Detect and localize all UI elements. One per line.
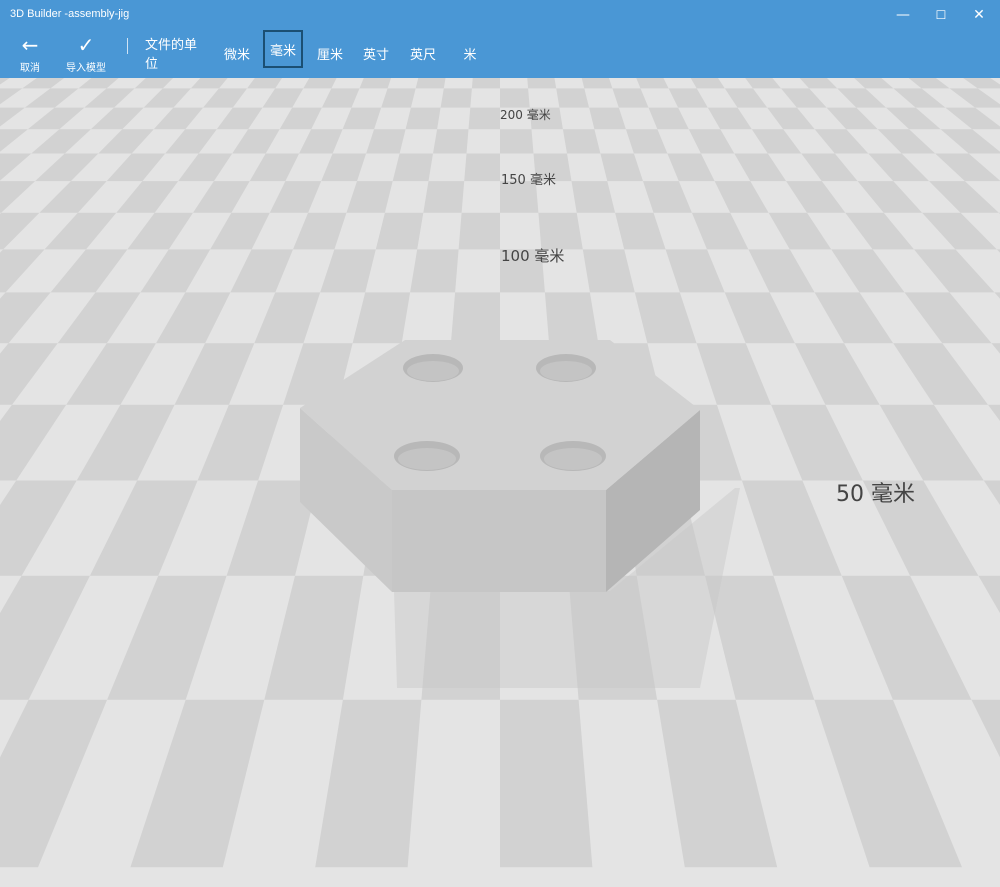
unit-centimeter[interactable]: 厘米 (313, 40, 347, 66)
import-model-button[interactable]: ✓ 导入模型 (60, 30, 112, 78)
unit-foot[interactable]: 英尺 (406, 40, 440, 66)
close-icon: ✕ (973, 7, 985, 23)
cancel-label: 取消 (20, 62, 40, 74)
unit-inch[interactable]: 英寸 (359, 40, 393, 66)
unit-micrometer[interactable]: 微米 (220, 40, 254, 66)
unit-meter[interactable]: 米 (455, 40, 485, 66)
3d-viewport[interactable]: 200 毫米 150 毫米 100 毫米 50 毫米 (0, 78, 1000, 887)
cancel-button[interactable]: ← 取消 (10, 30, 50, 78)
arrow-left-icon: ← (21, 32, 39, 57)
import-model-label: 导入模型 (66, 62, 106, 74)
hole (394, 441, 460, 471)
maximize-icon: ☐ (935, 8, 947, 22)
unit-millimeter[interactable]: 毫米 (263, 30, 303, 68)
hole (536, 354, 596, 382)
minimize-button[interactable]: — (886, 0, 920, 30)
window-title: 3D Builder -assembly-jig (10, 8, 130, 20)
hexagonal-block[interactable] (300, 340, 700, 592)
block-front-face (392, 490, 606, 592)
maximize-button[interactable]: ☐ (924, 0, 958, 30)
toolbar: ← 取消 ✓ 导入模型 文件的单位 微米 毫米 厘米 英寸 英尺 米 (0, 30, 1000, 78)
close-button[interactable]: ✕ (962, 0, 996, 30)
hole (540, 441, 606, 471)
hole (403, 354, 463, 382)
toolbar-separator (127, 38, 128, 54)
model-view (300, 340, 740, 688)
title-bar: 3D Builder -assembly-jig — ☐ ✕ (0, 0, 1000, 30)
units-label: 文件的单位 (145, 38, 198, 72)
check-icon: ✓ (77, 32, 95, 57)
minimize-icon: — (896, 7, 910, 23)
